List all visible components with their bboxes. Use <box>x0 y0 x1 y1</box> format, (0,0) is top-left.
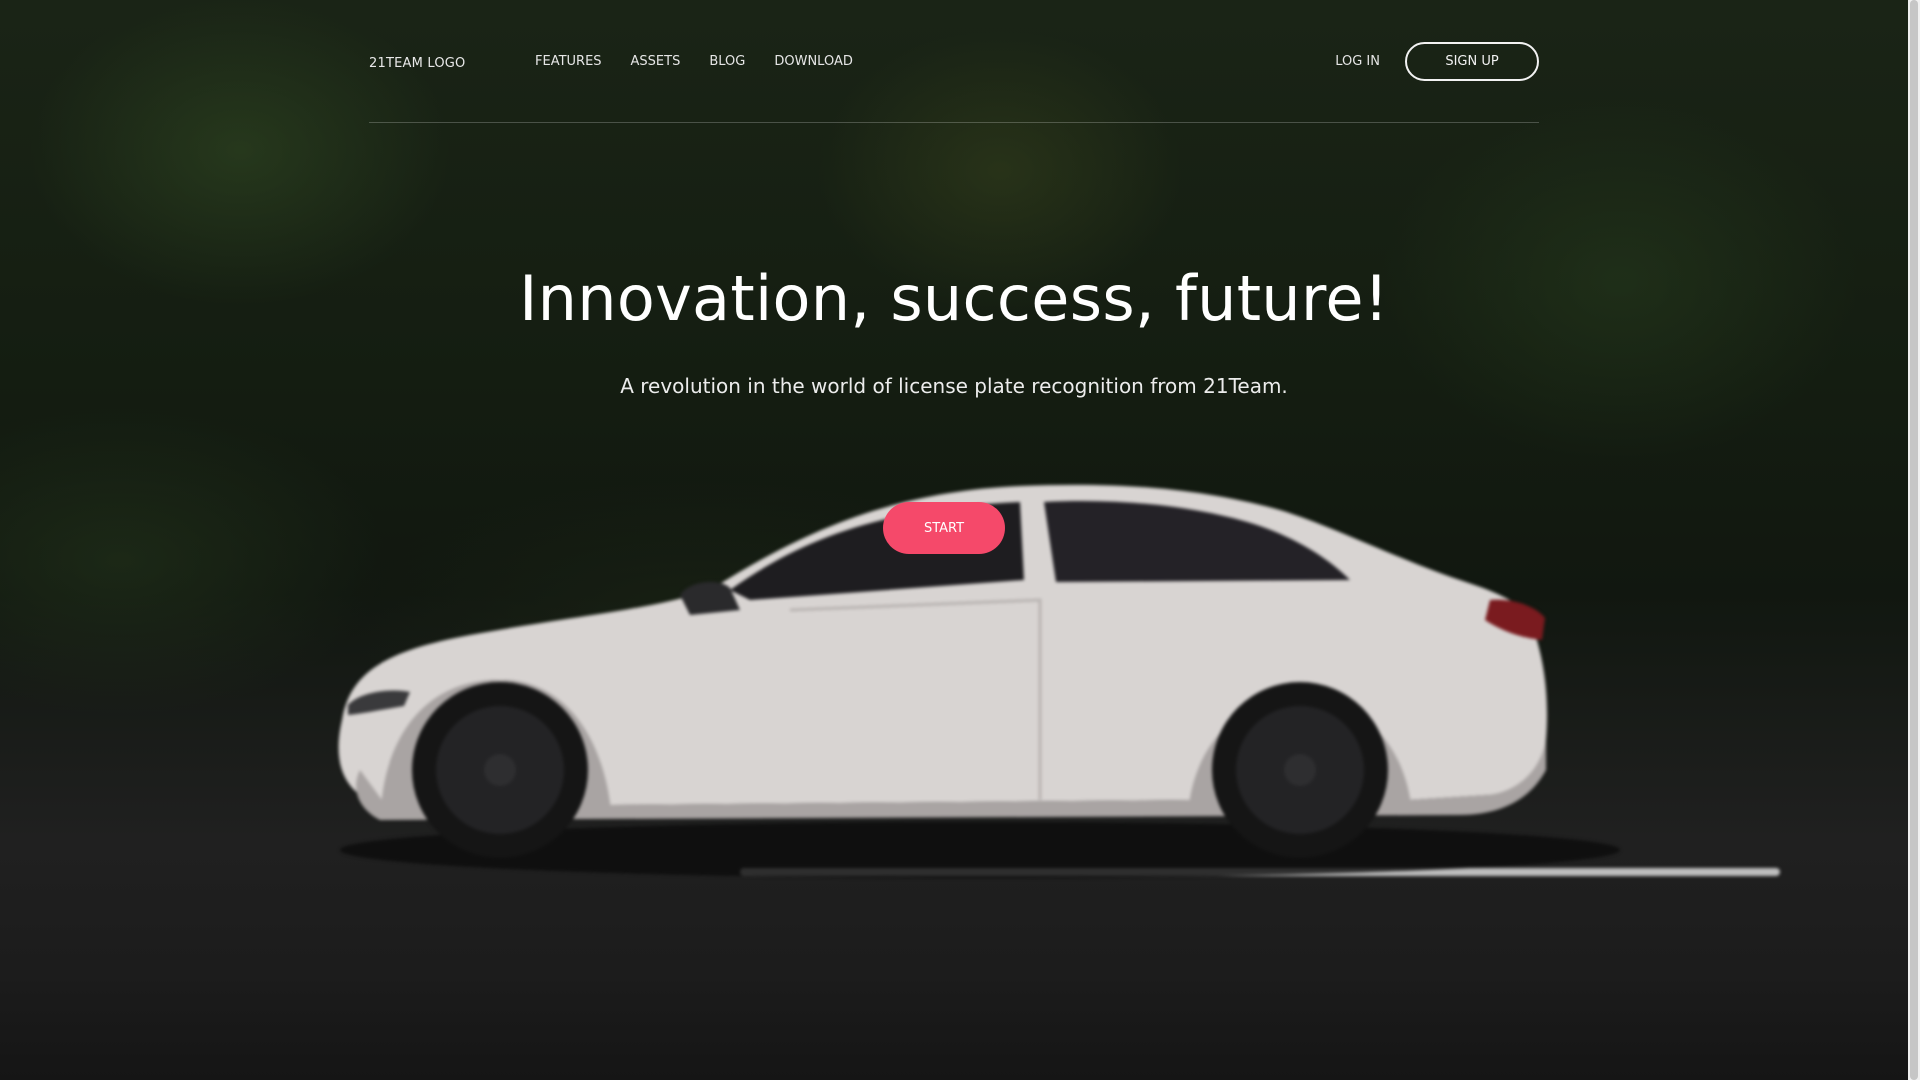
site-header: 21TEAM LOGO FEATURES ASSETS BLOG DOWNLOA… <box>369 38 1539 123</box>
login-link[interactable]: LOG IN <box>1335 54 1380 69</box>
nav-link-assets[interactable]: ASSETS <box>631 54 681 69</box>
signup-button[interactable]: SIGN UP <box>1405 42 1539 81</box>
nav-link-blog[interactable]: BLOG <box>709 54 745 69</box>
page-scrollbar[interactable] <box>1908 0 1920 1080</box>
hero-title: Innovation, success, future! <box>519 262 1389 335</box>
landing-page: 21TEAM LOGO FEATURES ASSETS BLOG DOWNLOA… <box>0 0 1920 1080</box>
hero-subtitle: A revolution in the world of license pla… <box>620 374 1288 398</box>
start-button[interactable]: START <box>883 502 1005 554</box>
nav-link-download[interactable]: DOWNLOAD <box>774 54 853 69</box>
header-divider <box>369 122 1539 123</box>
main-nav: FEATURES ASSETS BLOG DOWNLOAD <box>535 54 853 69</box>
scrollbar-thumb[interactable] <box>1910 0 1918 1080</box>
site-logo[interactable]: 21TEAM LOGO <box>369 56 465 71</box>
car-image <box>338 484 1780 878</box>
nav-link-features[interactable]: FEATURES <box>535 54 602 69</box>
